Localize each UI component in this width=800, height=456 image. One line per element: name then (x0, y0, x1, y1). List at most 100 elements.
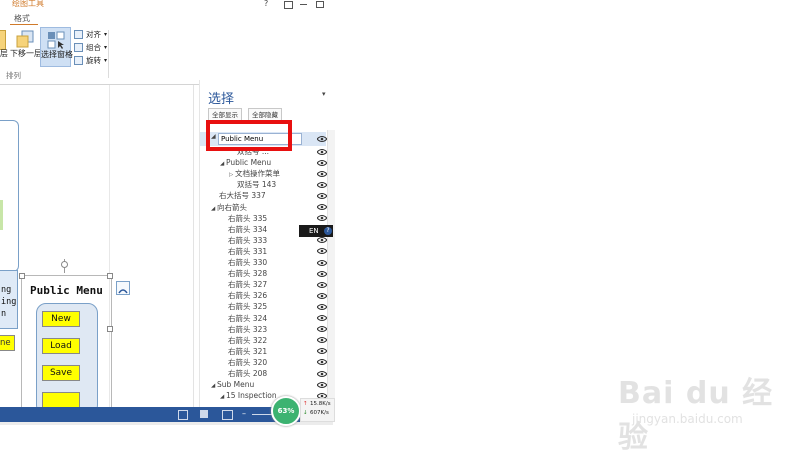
group-button[interactable]: 组合 ▾ (74, 42, 107, 53)
tree-item-label: 右箭头 333 (228, 235, 268, 245)
tree-item-label: 右箭头 320 (228, 357, 268, 367)
tree-item[interactable]: ◢ Public Menu (220, 157, 271, 168)
upload-speed: 15.8K/s (310, 401, 331, 407)
visibility-eye-icon[interactable] (317, 204, 327, 210)
tree-item[interactable]: 右箭头 330 (220, 257, 267, 268)
tree-item[interactable]: 右箭头 331 (220, 246, 267, 257)
zoom-badge[interactable]: 63% (271, 396, 301, 426)
tree-item[interactable]: 右箭头 325 (220, 301, 267, 312)
group-label: 组合 (86, 43, 101, 52)
group-divider (108, 30, 109, 78)
resize-handle[interactable] (107, 326, 113, 332)
visibility-eye-icon[interactable] (317, 148, 327, 155)
ime-indicator[interactable]: EN ? (299, 225, 333, 237)
tree-item[interactable]: 右箭头 334 (220, 224, 267, 235)
tree-item-label: Public Menu (225, 158, 272, 168)
tree-item-label: 右箭头 208 (228, 369, 268, 378)
visibility-eye-icon[interactable] (317, 248, 327, 255)
tree-item[interactable]: ▷ 文档操作菜单 (229, 168, 280, 179)
rotate-button[interactable]: 旋转 ▾ (74, 55, 107, 66)
view-fullscreen-icon[interactable] (200, 410, 208, 418)
tree-item-label: 右箭头 326 (228, 291, 268, 301)
tree-item-label: 双括号 143 (237, 180, 277, 190)
left-green-shape[interactable] (0, 200, 3, 230)
upload-arrow-icon: ↑ (303, 401, 308, 407)
zoom-badge-label: 63% (277, 407, 295, 415)
visibility-eye-icon[interactable] (317, 359, 327, 366)
restore-icon[interactable] (316, 1, 324, 8)
selection-pane-label: 选择窗格 (41, 50, 73, 59)
zoom-out-button[interactable]: – (242, 409, 246, 418)
tab-format[interactable]: 格式 (14, 13, 30, 24)
left-yellow-button[interactable]: ne (0, 335, 15, 351)
dropdown-arrow-icon: ▾ (104, 57, 108, 64)
drawing-canvas[interactable]: ng ing n ne Public Menu New Load Save (0, 85, 194, 415)
visibility-eye-icon[interactable] (317, 315, 327, 321)
tree-item-label: 右箭头 323 (228, 324, 268, 334)
visibility-eye-icon[interactable] (317, 303, 327, 310)
visibility-eye-icon[interactable] (317, 170, 327, 177)
visibility-eye-icon[interactable] (317, 159, 327, 166)
network-speed-widget: ↑ 15.8K/s ↓ 607K/s (300, 398, 335, 422)
visibility-eye-icon[interactable] (317, 181, 327, 188)
tree-item[interactable]: ◢ Sub Menu (211, 379, 254, 390)
selection-pane-button[interactable]: 选择窗格 (40, 27, 73, 67)
tree-item[interactable]: 右箭头 323 (220, 324, 267, 335)
visibility-eye-icon[interactable] (317, 348, 327, 355)
ribbon-display-icon[interactable] (284, 1, 293, 9)
tree-item[interactable]: 右箭头 320 (220, 357, 267, 368)
rotation-handle[interactable] (61, 261, 68, 268)
tree-item[interactable]: 右箭头 208 (220, 368, 267, 379)
send-backward-button[interactable]: 下移一层 (10, 30, 42, 64)
resize-handle[interactable] (107, 273, 113, 279)
visibility-eye-icon[interactable] (317, 370, 327, 377)
partial-yellow-button[interactable] (42, 392, 80, 407)
visibility-eye-icon[interactable] (317, 337, 327, 344)
tree-item[interactable]: 右箭头 328 (220, 268, 267, 279)
group-icon (74, 43, 83, 52)
visibility-eye-icon[interactable] (317, 237, 327, 244)
tree-item[interactable]: 右箭头 324 (220, 313, 267, 324)
visibility-eye-icon[interactable] (317, 281, 327, 288)
ime-help-icon[interactable]: ? (324, 227, 332, 235)
pane-options-icon[interactable]: ▾ (322, 90, 326, 98)
view-normal-icon[interactable] (178, 410, 188, 420)
tree-item[interactable]: 双括号 143 (229, 179, 276, 190)
zoom-slider[interactable] (252, 414, 272, 415)
tree-item-label: 右箭头 335 (228, 213, 268, 223)
visibility-eye-icon[interactable] (317, 381, 327, 388)
visibility-eye-icon[interactable] (317, 270, 327, 277)
tree-item-label: 右箭头 330 (228, 258, 268, 267)
tree-item[interactable]: 右大括号 337 (211, 190, 266, 201)
tree-item[interactable]: 右箭头 321 (220, 346, 267, 357)
minimize-icon[interactable] (300, 4, 307, 5)
tree-item[interactable]: 右箭头 326 (220, 290, 267, 301)
highlight-box (206, 120, 292, 151)
download-speed: 607K/s (310, 410, 329, 416)
align-button[interactable]: 对齐 ▾ (74, 29, 107, 40)
visibility-eye-icon[interactable] (317, 192, 327, 199)
visibility-eye-icon[interactable] (317, 326, 327, 333)
visibility-eye-icon[interactable] (317, 259, 327, 266)
fit-page-icon[interactable] (222, 410, 233, 420)
tree-item[interactable]: 右箭头 335 (220, 213, 267, 224)
load-button[interactable]: Load (42, 338, 80, 354)
tree-item[interactable]: 右箭头 322 (220, 335, 267, 346)
visibility-eye-icon[interactable] (317, 292, 327, 299)
left-container-shape[interactable] (0, 120, 19, 272)
save-button[interactable]: Save (42, 365, 80, 381)
new-button[interactable]: New (42, 311, 80, 327)
resize-handle[interactable] (19, 273, 25, 279)
left-shape-text: ing (1, 297, 17, 307)
help-button[interactable]: ? (264, 0, 268, 8)
left-blue-shape[interactable]: ng ing n (0, 270, 18, 329)
arrange-group-label: 排列 (6, 71, 21, 80)
pane-scrollbar[interactable] (327, 130, 335, 407)
tree-item[interactable]: 右箭头 327 (220, 279, 267, 290)
tree-item[interactable]: ◢ 向右箭头 (211, 202, 247, 213)
watermark-url: jingyan.baidu.com (632, 412, 743, 426)
visibility-eye-icon[interactable] (317, 136, 327, 142)
visibility-eye-icon[interactable] (317, 215, 327, 222)
layout-options-icon[interactable] (116, 281, 130, 295)
tree-item[interactable]: 右箭头 333 (220, 235, 267, 246)
